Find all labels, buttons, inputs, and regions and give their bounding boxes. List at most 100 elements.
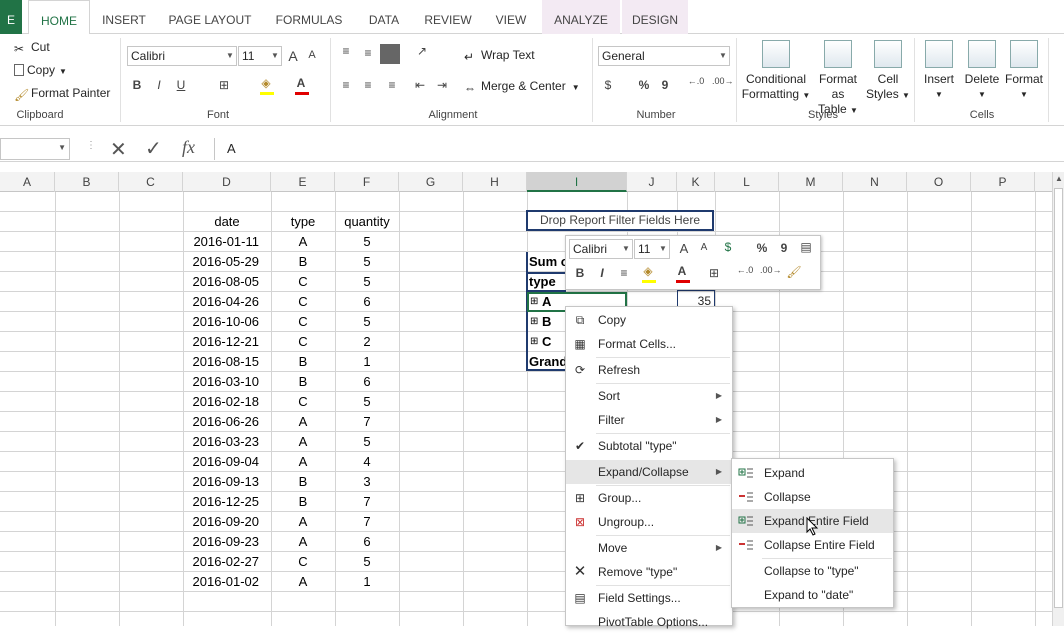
number-format-icon[interactable]: $ [720,240,736,254]
menu-item-subtotal[interactable]: ✔ Subtotal "type" [566,434,732,458]
conditional-formatting-button[interactable]: Conditional Formatting ▼ [738,40,814,103]
cell-date[interactable]: 2016-02-27 [183,552,271,572]
cell-quantity[interactable]: 5 [335,232,399,252]
decrease-indent-icon[interactable]: ⇤ [412,78,428,92]
font-color-icon[interactable]: A [293,76,309,90]
cell-date[interactable]: 2016-12-25 [183,492,271,512]
expand-icon[interactable]: ⊞ [530,332,538,352]
column-header[interactable]: B [55,172,119,192]
grow-font-button[interactable]: A [285,48,301,64]
mini-bold-button[interactable]: B [572,266,588,280]
cell-date[interactable]: 2016-09-20 [183,512,271,532]
mini-increase-decimal-icon[interactable]: ←.0 [736,265,754,275]
column-header[interactable]: K [677,172,715,192]
wrap-text-button[interactable]: ↵ Wrap Text [464,48,535,64]
cell-quantity[interactable]: 6 [335,372,399,392]
cell-date[interactable]: 2016-10-06 [183,312,271,332]
cell-quantity[interactable]: 3 [335,472,399,492]
mini-font-size-combo[interactable]: 11 ▼ [634,239,670,259]
shrink-font-icon[interactable]: A [696,242,712,253]
align-bottom-icon[interactable] [380,44,400,64]
tab-view[interactable]: VIEW [486,0,536,34]
cell-date[interactable]: 2016-12-21 [183,332,271,352]
cell-date[interactable]: 2016-08-05 [183,272,271,292]
pivot-type-label[interactable]: type [529,272,556,292]
tab-design[interactable]: DESIGN [622,0,688,34]
cell-type[interactable]: A [271,432,335,452]
submenu-item-expand-to[interactable]: Expand to "date" [732,583,893,607]
merge-center-button[interactable]: ⇔ Merge & Center ▼ [464,79,580,95]
confirm-entry-icon[interactable]: ✓ [145,136,162,161]
menu-item-refresh[interactable]: ⟳ Refresh [566,358,732,382]
menu-item-field-settings[interactable]: ▤ Field Settings... [566,586,732,610]
grow-font-icon[interactable]: A [676,241,692,256]
menu-item-remove[interactable]: ✕ Remove "type" [566,560,732,584]
mini-align-center-icon[interactable]: ≡ [616,266,632,280]
cell-date[interactable]: 2016-01-02 [183,572,271,592]
mini-borders-icon[interactable]: ⊞ [706,266,722,280]
orientation-icon[interactable]: ↗ [414,44,430,58]
cell-date[interactable]: 2016-09-13 [183,472,271,492]
tab-analyze[interactable]: ANALYZE [542,0,620,34]
comma-button[interactable]: 9 [657,78,673,92]
column-header[interactable]: N [843,172,907,192]
menu-item-group[interactable]: ⊞ Group... [566,486,732,510]
column-header[interactable]: J [627,172,677,192]
tab-file[interactable]: E [0,0,22,34]
currency-icon[interactable]: $ [600,78,616,92]
column-header[interactable]: E [271,172,335,192]
borders-icon[interactable]: ⊞ [216,78,232,92]
column-header[interactable]: D [183,172,271,192]
cell-type[interactable]: B [271,252,335,272]
column-header[interactable]: P [971,172,1035,192]
column-header[interactable]: M [779,172,843,192]
scrollbar-thumb[interactable] [1054,188,1063,608]
decrease-decimal-icon[interactable]: .00→ [712,76,734,86]
cell-quantity[interactable]: 1 [335,352,399,372]
menu-item-expand-collapse[interactable]: Expand/Collapse ▶ [566,460,732,484]
name-box[interactable]: ▼ [0,138,70,160]
cell-date[interactable]: 2016-06-26 [183,412,271,432]
format-cells-button[interactable]: Format ▼ [1004,40,1044,102]
pivot-filter-drop-zone[interactable]: Drop Report Filter Fields Here [526,210,714,231]
cell-date[interactable]: 2016-09-23 [183,532,271,552]
mini-decrease-decimal-icon[interactable]: .00→ [760,265,782,275]
pivot-item-a[interactable]: A [542,292,551,312]
pivot-item-b[interactable]: B [542,312,551,332]
cell-quantity[interactable]: 7 [335,512,399,532]
menu-item-sort[interactable]: Sort ▶ [566,384,732,408]
drag-handle-icon[interactable]: ⋮ [86,140,96,151]
cell-type[interactable]: C [271,552,335,572]
column-header[interactable]: L [715,172,779,192]
increase-decimal-icon[interactable]: ←.0 [686,76,706,86]
tab-formulas[interactable]: FORMULAS [268,0,350,34]
mini-percent-button[interactable]: % [754,241,770,255]
menu-item-ungroup[interactable]: ⊠ Ungroup... [566,510,732,534]
percent-button[interactable]: % [636,78,652,92]
mini-fill-color-icon[interactable]: ◈ [640,264,656,278]
cell-date[interactable]: 2016-05-29 [183,252,271,272]
align-center-icon[interactable]: ≡ [360,78,376,92]
cell-type[interactable]: A [271,412,335,432]
vertical-scrollbar[interactable]: ▲ [1052,172,1064,626]
column-header[interactable]: F [335,172,399,192]
cell-type[interactable]: C [271,272,335,292]
column-header[interactable]: C [119,172,183,192]
cell-date[interactable]: 2016-08-15 [183,352,271,372]
menu-item-pivot-options[interactable]: PivotTable Options... [566,610,732,634]
cell-quantity[interactable]: 5 [335,552,399,572]
cell-quantity[interactable]: 5 [335,392,399,412]
column-header[interactable]: O [907,172,971,192]
pivot-grand-total-label[interactable]: Grand [529,352,567,372]
menu-item-copy[interactable]: ⧉ Copy [566,308,732,332]
column-header[interactable]: A [0,172,55,192]
delete-cells-button[interactable]: Delete ▼ [962,40,1002,102]
tab-insert[interactable]: INSERT [96,0,152,34]
expand-icon[interactable]: ⊞ [530,312,538,332]
cell-date[interactable]: 2016-09-04 [183,452,271,472]
cell-date[interactable]: 2016-02-18 [183,392,271,412]
cell-type[interactable]: C [271,392,335,412]
underline-button[interactable]: U [173,78,189,92]
cell-quantity[interactable]: 5 [335,432,399,452]
table-format-icon[interactable]: ▤ [798,240,814,254]
